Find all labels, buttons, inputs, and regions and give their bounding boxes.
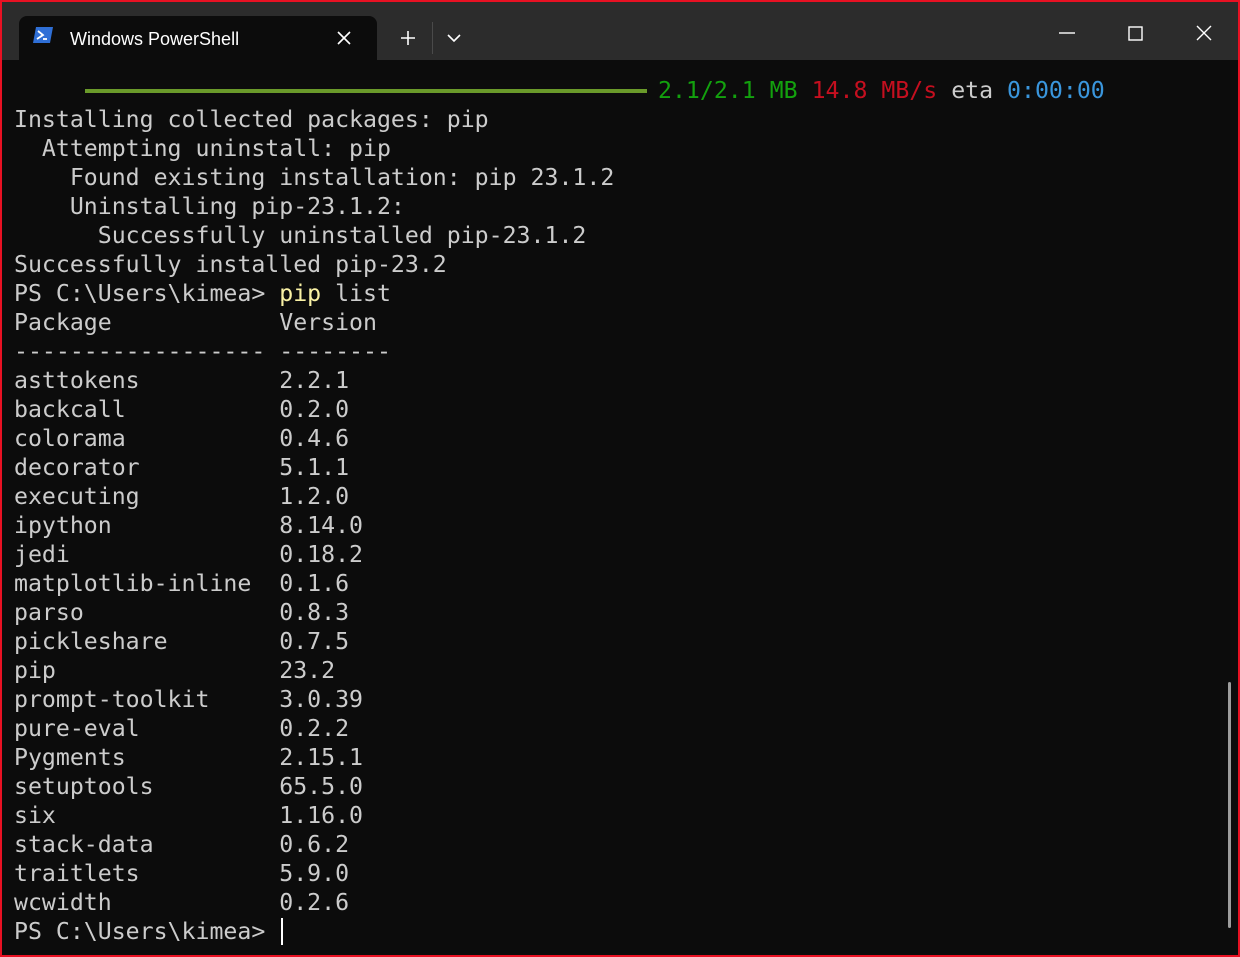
- table-row: asttokens 2.2.1: [14, 367, 350, 394]
- table-header: Package Version: [14, 309, 377, 336]
- tab-title: Windows PowerShell: [70, 29, 240, 49]
- download-speed: 14.8 MB/s: [811, 77, 938, 104]
- toolbar-divider: [432, 22, 433, 54]
- terminal-output[interactable]: 2.1/2.1 MB 14.8 MB/s eta 0:00:00 Install…: [2, 60, 1238, 955]
- table-row: backcall 0.2.0: [14, 396, 350, 423]
- output-line: Attempting uninstall: pip: [14, 135, 391, 162]
- vertical-scrollbar[interactable]: [1228, 682, 1231, 928]
- prompt: PS C:\Users\kimea>: [14, 918, 266, 945]
- powershell-icon: [33, 27, 53, 43]
- prompt-line[interactable]: PS C:\Users\kimea>: [14, 917, 284, 946]
- table-row: wcwidth 0.2.6: [14, 889, 350, 916]
- title-bar: Windows PowerShell: [2, 2, 1238, 60]
- table-separator: ------------------ --------: [14, 338, 391, 365]
- table-row: colorama 0.4.6: [14, 425, 350, 452]
- table-row: stack-data 0.6.2: [14, 831, 350, 858]
- prompt: PS C:\Users\kimea>: [14, 280, 266, 307]
- table-row: setuptools 65.5.0: [14, 773, 364, 800]
- table-row: pip 23.2: [14, 657, 336, 684]
- tab-windows-powershell[interactable]: Windows PowerShell: [19, 16, 377, 60]
- table-row: pickleshare 0.7.5: [14, 628, 350, 655]
- table-row: jedi 0.18.2: [14, 541, 364, 568]
- table-row: matplotlib-inline 0.1.6: [14, 570, 350, 597]
- text-cursor: [281, 918, 284, 945]
- table-row: traitlets 5.9.0: [14, 860, 350, 887]
- table-row: parso 0.8.3: [14, 599, 350, 626]
- table-row: pure-eval 0.2.2: [14, 715, 350, 742]
- eta-value: 0:00:00: [1007, 77, 1105, 104]
- output-line: Uninstalling pip-23.1.2:: [14, 193, 405, 220]
- output-line: Found existing installation: pip 23.1.2: [14, 164, 615, 191]
- table-row: ipython 8.14.0: [14, 512, 364, 539]
- table-row: executing 1.2.0: [14, 483, 350, 510]
- table-row: Pygments 2.15.1: [14, 744, 364, 771]
- output-line: Successfully installed pip-23.2: [14, 251, 447, 278]
- download-progress-info: 2.1/2.1 MB 14.8 MB/s eta 0:00:00: [658, 76, 1105, 105]
- chevron-down-icon[interactable]: [436, 18, 472, 58]
- command-args: list: [335, 280, 391, 307]
- table-row: prompt-toolkit 3.0.39: [14, 686, 364, 713]
- table-row: six 1.16.0: [14, 802, 364, 829]
- new-tab-button[interactable]: [388, 18, 428, 58]
- eta-label: eta: [951, 77, 994, 104]
- close-tab-icon[interactable]: [329, 24, 359, 52]
- command-name: pip: [279, 280, 322, 307]
- command-line: PS C:\Users\kimea> pip list: [14, 279, 391, 308]
- output-line: Installing collected packages: pip: [14, 106, 489, 133]
- output-line: Successfully uninstalled pip-23.1.2: [14, 222, 587, 249]
- table-row: decorator 5.1.1: [14, 454, 350, 481]
- maximize-button[interactable]: [1110, 12, 1160, 52]
- download-size: 2.1/2.1 MB: [658, 77, 798, 104]
- terminal-window: Windows PowerShell 2.1/2.1 MB 14.8 MB/s …: [0, 0, 1240, 957]
- minimize-button[interactable]: [1042, 12, 1092, 52]
- download-progress-bar: [85, 89, 647, 93]
- close-window-button[interactable]: [1179, 12, 1229, 52]
